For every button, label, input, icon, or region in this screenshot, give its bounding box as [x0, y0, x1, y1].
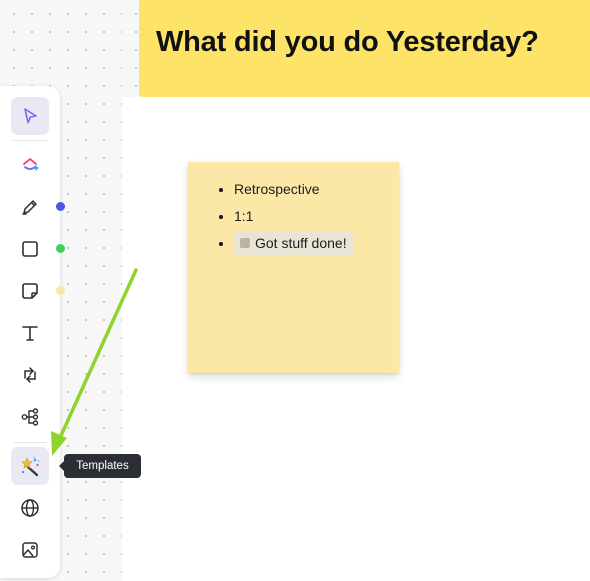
magic-wand-icon	[21, 456, 40, 477]
whiteboard-toolbar	[0, 86, 60, 578]
pen-color-dot	[56, 202, 65, 211]
sticky-color-dot	[56, 286, 65, 295]
select-tool-button[interactable]	[11, 97, 49, 135]
image-tool-button[interactable]	[11, 531, 49, 569]
templates-tooltip: Templates	[59, 454, 141, 478]
clickup-logo-icon	[23, 158, 39, 171]
connector-tool-button[interactable]	[11, 356, 49, 394]
globe-icon	[21, 499, 39, 517]
canvas-dot-grid-strip	[122, 0, 140, 97]
task-status-icon	[240, 238, 250, 248]
list-item: 1:1	[218, 207, 353, 234]
sticky-note[interactable]: Retrospective 1:1 Got stuff done!	[188, 162, 399, 373]
shape-color-dot	[56, 244, 65, 253]
toolbar-divider	[13, 140, 47, 141]
cursor-icon	[24, 108, 37, 124]
pen-icon	[22, 200, 37, 215]
toolbar-divider	[13, 442, 47, 443]
banner-title: What did you do Yesterday?	[156, 26, 539, 58]
mind-map-icon	[21, 408, 39, 426]
clickup-button[interactable]	[11, 145, 49, 183]
shape-tool-button[interactable]	[11, 230, 49, 268]
text-icon	[22, 326, 38, 341]
sticky-note-icon	[22, 283, 38, 299]
task-chip[interactable]: Got stuff done!	[234, 232, 353, 255]
sticky-note-list: Retrospective 1:1 Got stuff done!	[218, 180, 353, 261]
heading-banner[interactable]: What did you do Yesterday?	[139, 0, 590, 97]
pen-tool-button[interactable]	[11, 188, 49, 226]
mind-map-tool-button[interactable]	[11, 398, 49, 436]
embed-tool-button[interactable]	[11, 489, 49, 527]
connector-icon	[24, 367, 36, 383]
list-item: Retrospective	[218, 180, 353, 207]
templates-tool-button[interactable]	[11, 447, 49, 485]
task-chip-label: Got stuff done!	[255, 235, 347, 251]
text-tool-button[interactable]	[11, 314, 49, 352]
list-item: Got stuff done!	[218, 232, 353, 261]
image-icon	[22, 542, 38, 558]
square-icon	[22, 241, 38, 257]
sticky-note-tool-button[interactable]	[11, 272, 49, 310]
